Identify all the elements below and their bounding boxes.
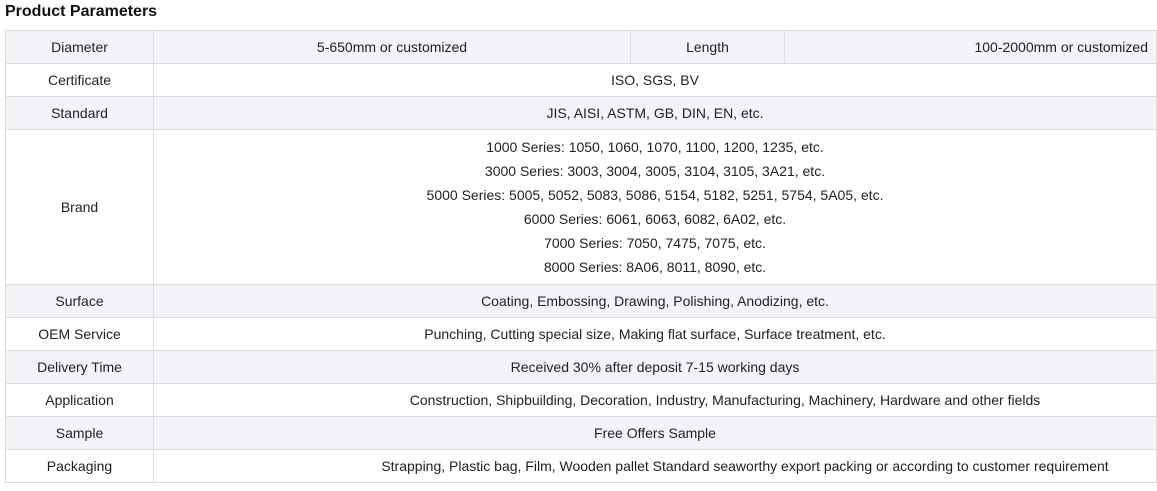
- row-label-certificate: Certificate: [5, 63, 154, 97]
- table-row-oem-service: OEM Service Punching, Cutting special si…: [5, 317, 1157, 351]
- table-row-brand: Brand 1000 Series: 1050, 1060, 1070, 110…: [5, 129, 1157, 285]
- row-value-delivery-time: Received 30% after deposit 7-15 working …: [153, 350, 1157, 384]
- brand-line: 3000 Series: 3003, 3004, 3005, 3104, 310…: [484, 163, 826, 179]
- brand-line: 6000 Series: 6061, 6063, 6082, 6A02, etc…: [523, 211, 787, 227]
- row-label-surface: Surface: [5, 284, 154, 318]
- row-value-standard: JIS, AISI, ASTM, GB, DIN, EN, etc.: [153, 96, 1157, 130]
- table-row-certificate: Certificate ISO, SGS, BV: [5, 63, 1157, 97]
- product-parameters-table: Diameter 5-650mm or customized Length 10…: [5, 30, 1157, 483]
- row-value-diameter: 5-650mm or customized: [153, 30, 631, 64]
- table-row-packaging: Packaging Strapping, Plastic bag, Film, …: [5, 449, 1157, 483]
- table-row-sample: Sample Free Offers Sample: [5, 416, 1157, 450]
- row-value-packaging: Strapping, Plastic bag, Film, Wooden pal…: [153, 449, 1157, 483]
- row-label-oem-service: OEM Service: [5, 317, 154, 351]
- brand-line: 8000 Series: 8A06, 8011, 8090, etc.: [543, 259, 767, 275]
- row-label-packaging: Packaging: [5, 449, 154, 483]
- row-label-standard: Standard: [5, 96, 154, 130]
- brand-line: 7000 Series: 7050, 7475, 7075, etc.: [544, 235, 766, 251]
- row-label-length: Length: [630, 30, 785, 64]
- row-label-diameter: Diameter: [5, 30, 154, 64]
- row-value-brand: 1000 Series: 1050, 1060, 1070, 1100, 120…: [153, 129, 1157, 285]
- table-row-application: Application Construction, Shipbuilding, …: [5, 383, 1157, 417]
- row-value-certificate: ISO, SGS, BV: [153, 63, 1157, 97]
- row-label-delivery-time: Delivery Time: [5, 350, 154, 384]
- section-title: Product Parameters: [5, 3, 158, 20]
- row-label-sample: Sample: [5, 416, 154, 450]
- row-value-oem-service: Punching, Cutting special size, Making f…: [153, 317, 1157, 351]
- row-value-surface: Coating, Embossing, Drawing, Polishing, …: [153, 284, 1157, 318]
- brand-line: 5000 Series: 5005, 5052, 5083, 5086, 515…: [426, 187, 884, 203]
- brand-line: 1000 Series: 1050, 1060, 1070, 1100, 120…: [486, 139, 824, 155]
- row-value-length: 100-2000mm or customized: [784, 30, 1157, 64]
- table-row-diameter: Diameter 5-650mm or customized Length 10…: [5, 30, 1157, 64]
- row-value-application: Construction, Shipbuilding, Decoration, …: [153, 383, 1157, 417]
- table-row-delivery-time: Delivery Time Received 30% after deposit…: [5, 350, 1157, 384]
- table-row-surface: Surface Coating, Embossing, Drawing, Pol…: [5, 284, 1157, 318]
- row-value-sample: Free Offers Sample: [153, 416, 1157, 450]
- row-label-application: Application: [5, 383, 154, 417]
- table-row-standard: Standard JIS, AISI, ASTM, GB, DIN, EN, e…: [5, 96, 1157, 130]
- row-label-brand: Brand: [5, 129, 154, 285]
